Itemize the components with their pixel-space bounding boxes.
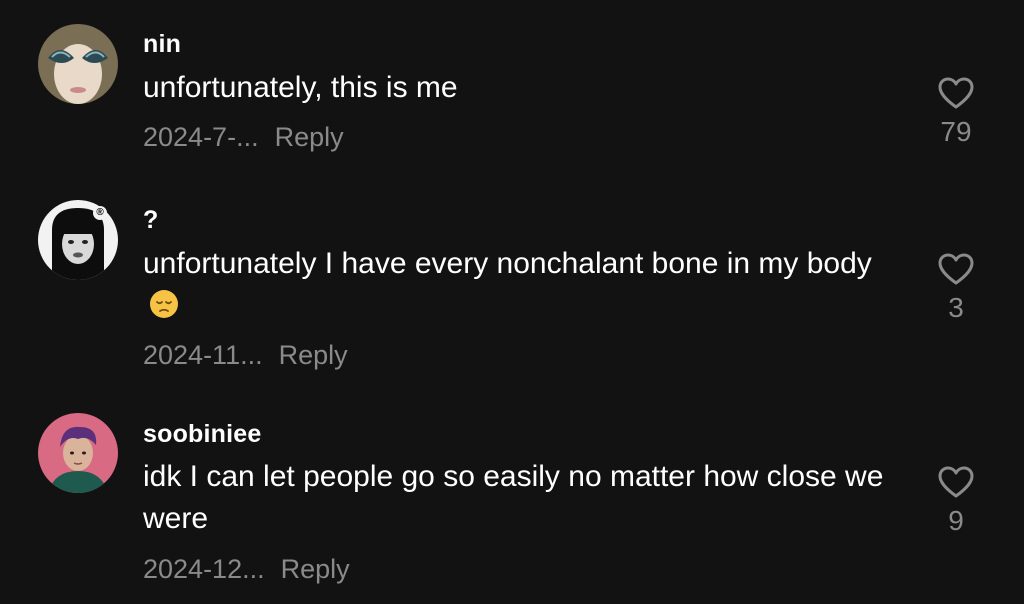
comment-date: 2024-7-... <box>143 122 259 152</box>
reply-button[interactable]: Reply <box>275 122 344 152</box>
like-count: 9 <box>948 505 964 536</box>
comment-text: unfortunately, this is me <box>143 67 903 109</box>
comment-meta: 2024-12... Reply <box>143 554 350 585</box>
comment-text-content: idk I can let people go so easily no mat… <box>143 460 884 535</box>
like-button[interactable]: 3 <box>930 252 982 324</box>
comment-text-content: unfortunately I have every nonchalant bo… <box>143 247 872 280</box>
heart-icon <box>938 77 974 109</box>
registered-badge-icon: ® <box>93 206 107 220</box>
comment-list: nin unfortunately, this is me 2024-7-...… <box>0 0 1024 604</box>
comment-text: idk I can let people go so easily no mat… <box>143 456 903 540</box>
comment-date: 2024-12... <box>143 554 265 584</box>
like-count: 79 <box>940 116 972 147</box>
reply-button[interactable]: Reply <box>281 554 350 584</box>
reply-button[interactable]: Reply <box>279 340 348 370</box>
like-button[interactable]: 9 <box>930 465 982 537</box>
like-button[interactable]: 79 <box>930 76 982 148</box>
purple-hair-avatar-icon <box>38 413 118 493</box>
comment-meta: 2024-11... Reply <box>143 340 348 371</box>
alien-sunglasses-avatar-icon <box>38 24 118 104</box>
avatar[interactable] <box>38 24 118 104</box>
pensive-face-icon <box>150 290 178 319</box>
username[interactable]: ? <box>143 206 158 235</box>
heart-icon <box>938 466 974 498</box>
username[interactable]: nin <box>143 30 181 59</box>
comment-text: unfortunately I have every nonchalant bo… <box>143 243 903 327</box>
comment-text-content: unfortunately, this is me <box>143 71 458 104</box>
avatar[interactable] <box>38 413 118 493</box>
heart-icon <box>938 253 974 285</box>
username[interactable]: soobiniee <box>143 420 262 449</box>
comment-meta: 2024-7-... Reply <box>143 122 344 153</box>
like-count: 3 <box>948 292 964 323</box>
comment-date: 2024-11... <box>143 340 263 370</box>
